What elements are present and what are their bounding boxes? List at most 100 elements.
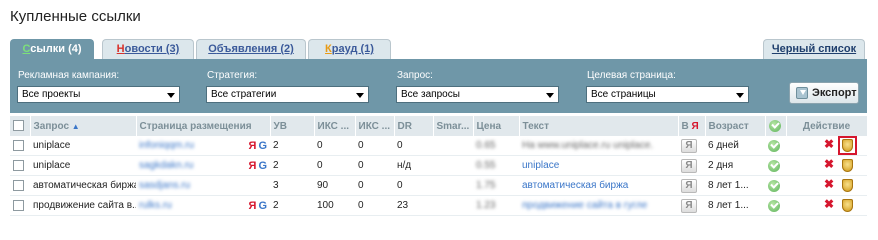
yandex-check-button[interactable]: Я: [681, 198, 697, 213]
strategy-filter-label: Стратегия:: [207, 70, 258, 81]
table-header-row: Запрос ▲ Страница размещения УВ ИКС ... …: [10, 116, 868, 136]
row-smart: [433, 136, 473, 156]
query-select[interactable]: Все запросы: [396, 86, 559, 103]
strategy-select-value: Все стратегии: [211, 89, 277, 100]
row-text: uniplace: [519, 156, 678, 176]
tab-news[interactable]: Новости (3): [102, 39, 194, 59]
row-price: 1.23: [476, 200, 496, 211]
row-dr: н/д: [397, 160, 412, 171]
row-iks2: 0: [358, 180, 364, 191]
shield-icon[interactable]: [842, 159, 853, 172]
row-iks2: 0: [358, 140, 364, 151]
row-text: продвижение сайта в гугле: [519, 196, 678, 216]
col-vya[interactable]: В Я: [678, 116, 706, 136]
tab-ads-label: бъявления (2): [216, 43, 294, 55]
row-iks1: 100: [317, 200, 334, 211]
col-page[interactable]: Страница размещения: [136, 116, 271, 136]
campaign-select-value: Все проекты: [22, 89, 81, 100]
col-iks2[interactable]: ИКС ...: [355, 116, 395, 136]
row-page-cell: rulks.ru ЯG: [136, 196, 270, 216]
status-ok-icon: [768, 139, 780, 152]
export-button[interactable]: Экспорт: [789, 82, 859, 104]
strategy-select[interactable]: Все стратегии: [206, 86, 369, 103]
row-checkbox[interactable]: [13, 159, 24, 171]
row-page-link[interactable]: sagkdakn.ru: [139, 160, 193, 171]
table-row: продвижение сайта в... rulks.ru ЯG 2 100…: [10, 196, 867, 216]
tab-links[interactable]: Ссылки (4): [10, 39, 94, 61]
row-text: На www.uniplace.ru uniplace.: [519, 136, 678, 156]
row-page-link[interactable]: infoniqqm.ru: [139, 140, 194, 151]
col-uv[interactable]: УВ: [270, 116, 315, 136]
col-text[interactable]: Текст: [519, 116, 679, 136]
target-filter-label: Целевая страница:: [587, 70, 676, 81]
row-page-link[interactable]: sasdjans.ru: [139, 180, 190, 191]
tab-ads-accent: О: [208, 43, 217, 55]
row-checkbox[interactable]: [13, 139, 24, 151]
col-query-label: Запрос: [33, 120, 70, 132]
col-query[interactable]: Запрос ▲: [30, 116, 137, 136]
row-query: uniplace: [33, 160, 71, 171]
row-age: 8 лет 1...: [708, 200, 749, 211]
row-query: uniplace: [33, 140, 71, 151]
row-price: 0.55: [476, 160, 496, 171]
row-text-value: На www.uniplace.ru uniplace.: [522, 140, 654, 151]
target-select-value: Все страницы: [591, 89, 656, 100]
target-select[interactable]: Все страницы: [586, 86, 749, 103]
row-text-value: автоматическая биржа: [522, 180, 629, 191]
select-all-checkbox[interactable]: [13, 120, 24, 132]
yandex-check-button[interactable]: Я: [681, 138, 697, 153]
status-ok-icon: [768, 159, 780, 172]
col-iks1[interactable]: ИКС ...: [314, 116, 356, 136]
row-page-link[interactable]: rulks.ru: [139, 200, 172, 211]
select-all-cell: [10, 116, 31, 136]
row-iks2: 0: [358, 200, 364, 211]
delete-icon[interactable]: ✖: [824, 197, 834, 211]
row-age: 6 дней: [708, 140, 739, 151]
row-checkbox[interactable]: [13, 179, 24, 191]
chevron-down-icon: [736, 93, 744, 98]
yandex-check-button[interactable]: Я: [681, 158, 697, 173]
tab-ads[interactable]: Объявления (2): [196, 39, 306, 59]
blacklist-tab[interactable]: Черный список: [763, 39, 865, 59]
table-row: uniplace infoniqqm.ru ЯG 2 0 0 0 0.65 На…: [10, 136, 867, 156]
row-page-cell: infoniqqm.ru ЯG: [136, 136, 270, 156]
row-text-value: продвижение сайта в гугле: [522, 200, 648, 211]
status-ok-icon: [768, 179, 780, 192]
row-smart: [433, 176, 473, 196]
filter-panel: Рекламная кампания: Все проекты Стратеги…: [10, 59, 867, 113]
delete-icon[interactable]: ✖: [824, 177, 834, 191]
row-price: 0.65: [476, 140, 496, 151]
shield-icon[interactable]: [842, 179, 853, 192]
tab-crowd-accent: К: [325, 43, 332, 55]
export-label: Экспорт: [812, 87, 857, 99]
campaign-filter-label: Рекламная кампания:: [18, 70, 120, 81]
col-price[interactable]: Цена: [473, 116, 520, 136]
col-dr[interactable]: DR: [394, 116, 434, 136]
row-uv: 2: [273, 160, 279, 171]
tab-links-label: сылки (4): [30, 43, 82, 55]
protect-wrap: [838, 176, 857, 195]
tab-news-accent: Н: [116, 43, 125, 55]
yandex-check-button[interactable]: Я: [681, 178, 697, 193]
row-checkbox[interactable]: [13, 199, 24, 211]
tab-news-label: овости (3): [124, 43, 180, 55]
tab-crowd[interactable]: Крауд (1): [308, 39, 391, 59]
page-title: Купленные ссылки: [10, 8, 141, 25]
row-text-value: uniplace: [522, 160, 560, 171]
shield-icon[interactable]: [842, 139, 853, 152]
col-age[interactable]: Возраст: [705, 116, 766, 136]
col-vya-label: В: [681, 120, 689, 132]
col-smart[interactable]: Smar...: [433, 116, 474, 136]
row-page-cell: sagkdakn.ru ЯG: [136, 156, 270, 176]
delete-icon[interactable]: ✖: [824, 157, 834, 171]
check-icon: [768, 120, 781, 132]
row-price: 1.75: [476, 180, 496, 191]
status-ok-icon: [768, 199, 780, 212]
shield-icon[interactable]: [842, 199, 853, 212]
yandex-icon: Я: [248, 199, 257, 212]
col-status: [765, 116, 787, 136]
google-icon: G: [258, 139, 267, 152]
delete-icon[interactable]: ✖: [824, 137, 834, 151]
row-uv: 3: [273, 180, 279, 191]
campaign-select[interactable]: Все проекты: [17, 86, 180, 103]
